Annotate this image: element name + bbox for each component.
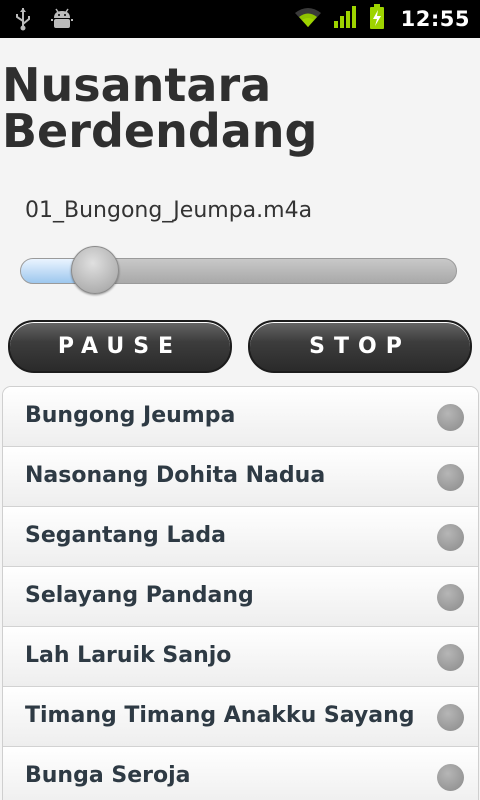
seek-bar[interactable] — [20, 246, 457, 294]
status-dot-icon — [437, 644, 464, 671]
song-title: Timang Timang Anakku Sayang — [25, 703, 415, 728]
status-time: 12:55 — [400, 7, 470, 31]
current-file-label: 01_Bungong_Jeumpa.m4a — [25, 198, 313, 223]
song-title: Segantang Lada — [25, 523, 226, 548]
song-list: Bungong Jeumpa Nasonang Dohita Nadua Seg… — [2, 386, 479, 800]
seek-bar-thumb[interactable] — [70, 246, 119, 294]
usb-icon — [14, 7, 32, 35]
status-dot-icon — [437, 764, 464, 791]
song-title: Lah Laruik Sanjo — [25, 643, 232, 668]
song-title: Bungong Jeumpa — [25, 403, 236, 428]
status-bar: 12:55 — [0, 0, 480, 38]
signal-icon — [333, 5, 359, 33]
song-list-item[interactable]: Selayang Pandang — [3, 567, 478, 627]
wifi-icon — [293, 5, 323, 33]
song-list-item[interactable]: Nasonang Dohita Nadua — [3, 447, 478, 507]
song-list-item[interactable]: Bunga Seroja — [3, 747, 478, 800]
stop-button[interactable]: STOP — [248, 320, 472, 373]
status-dot-icon — [437, 404, 464, 431]
app-title: Nusantara Berdendang — [2, 58, 318, 158]
song-title: Nasonang Dohita Nadua — [25, 463, 326, 488]
song-title: Bunga Seroja — [25, 763, 191, 788]
battery-charging-icon — [369, 4, 385, 34]
status-dot-icon — [437, 524, 464, 551]
status-dot-icon — [437, 704, 464, 731]
song-list-item[interactable]: Timang Timang Anakku Sayang — [3, 687, 478, 747]
song-list-item[interactable]: Segantang Lada — [3, 507, 478, 567]
android-debug-icon — [50, 8, 74, 34]
song-title: Selayang Pandang — [25, 583, 254, 608]
status-dot-icon — [437, 584, 464, 611]
song-list-item[interactable]: Lah Laruik Sanjo — [3, 627, 478, 687]
status-dot-icon — [437, 464, 464, 491]
song-list-item[interactable]: Bungong Jeumpa — [3, 387, 478, 447]
pause-button[interactable]: PAUSE — [8, 320, 232, 373]
